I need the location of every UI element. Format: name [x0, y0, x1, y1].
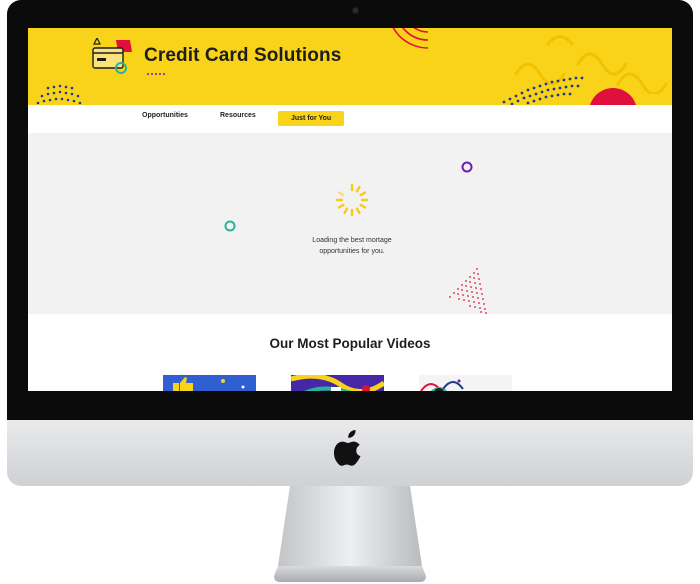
- dot-arc-decoration: [502, 76, 584, 105]
- screen: Credit Card Solutions Opportunities Reso…: [28, 28, 672, 391]
- loading-area: Loading the best mortage opportunities f…: [28, 133, 672, 314]
- pattern-art-icon: [420, 379, 464, 391]
- credit-card-icon: [92, 38, 132, 74]
- section-title: Our Most Popular Videos: [269, 336, 431, 351]
- site-title: Credit Card Solutions: [144, 45, 342, 66]
- videos-section: Our Most Popular Videos: [28, 314, 672, 391]
- nav-opportunities[interactable]: Opportunities: [142, 112, 188, 119]
- thumbs-up-icon: [173, 377, 245, 391]
- site-header: Credit Card Solutions: [28, 28, 672, 105]
- arc-decoration: [392, 28, 429, 49]
- loading-message-line-2: opportunities for you.: [319, 248, 385, 255]
- nav-just-for-you[interactable]: Just for You: [278, 111, 345, 126]
- loading-message-line-1: Loading the best mortage: [312, 237, 392, 244]
- webcam: [353, 8, 358, 13]
- main-nav: Opportunities Resources Just for You: [28, 105, 672, 133]
- abstract-art-icon: [291, 375, 384, 391]
- video-thumbnail[interactable]: [163, 375, 256, 391]
- purple-ring-decoration: [461, 161, 473, 173]
- dotted-triangle-decoration: [449, 268, 487, 314]
- teal-ring-decoration: [224, 220, 236, 232]
- monitor-stand: [274, 486, 426, 582]
- half-circle-decoration: [590, 88, 636, 105]
- dot-pattern-decoration: [36, 84, 82, 105]
- apple-logo: [334, 430, 361, 466]
- loading-spinner-icon: [335, 183, 369, 217]
- video-thumbnail[interactable]: [291, 375, 384, 391]
- title-underline-dots: [147, 73, 165, 75]
- video-thumbnail[interactable]: [419, 375, 512, 391]
- loading-message: Loading the best mortage opportunities f…: [268, 235, 436, 257]
- nav-resources[interactable]: Resources: [220, 112, 256, 119]
